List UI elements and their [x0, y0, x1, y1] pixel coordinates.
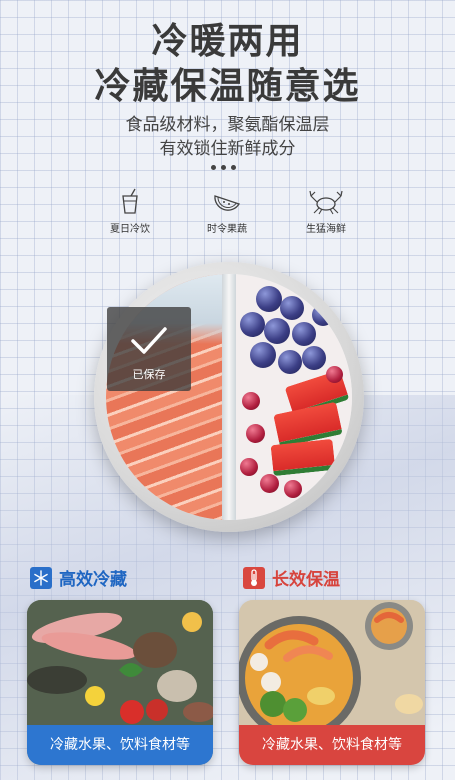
toast-label: 已保存 — [132, 368, 166, 381]
blueberry — [256, 286, 282, 312]
carousel-dot — [211, 165, 216, 170]
cherry — [242, 392, 260, 410]
blueberry — [250, 342, 276, 368]
blueberry — [292, 322, 316, 346]
headline-line2: 冷藏保温随意选 — [94, 66, 361, 107]
crab-icon — [309, 190, 343, 215]
feature-label: 时令果蔬 — [207, 224, 247, 235]
subtitle-line1: 食品级材料，聚氨酯保温层 — [125, 115, 330, 135]
cold-storage-card: 冷藏水果、饮料食材等 — [27, 600, 213, 765]
feature-label: 生猛海鲜 — [306, 224, 346, 235]
watermelon-slice — [270, 438, 336, 477]
card-caption: 冷藏水果、饮料食材等 — [239, 725, 425, 765]
cherry — [326, 366, 343, 383]
section-heat-preservation-title: 长效保温 — [243, 565, 340, 590]
blueberry — [240, 312, 265, 337]
carousel-dot — [221, 165, 226, 170]
blueberry — [280, 296, 304, 320]
saved-toast: 已保存 — [107, 307, 191, 391]
card-caption: 冷藏水果、饮料食材等 — [27, 725, 213, 765]
cherry — [260, 474, 279, 493]
heat-preservation-card: 冷藏水果、饮料食材等 — [239, 600, 425, 765]
section-title-text: 长效保温 — [272, 570, 340, 590]
cherry — [284, 480, 302, 498]
compartment-divider — [222, 274, 236, 520]
cold-drink-icon — [122, 188, 138, 214]
thermometer-icon — [243, 566, 265, 589]
watermelon-icon — [214, 195, 240, 211]
cherry — [240, 458, 258, 476]
carousel-dot — [231, 165, 236, 170]
fruit-compartment — [236, 274, 352, 520]
feature-seasonal-produce: 时令果蔬 — [182, 188, 272, 235]
section-cold-storage-title: 高效冷藏 — [30, 565, 127, 590]
checkmark-icon — [131, 327, 167, 354]
feature-seafood: 生猛海鲜 — [281, 188, 371, 235]
feature-label: 夏日冷饮 — [110, 224, 150, 235]
feature-cold-drinks: 夏日冷饮 — [85, 188, 175, 235]
cherry — [246, 424, 265, 443]
hotpot-photo — [239, 600, 425, 725]
blueberry — [278, 350, 302, 374]
subtitle-line2: 有效锁住新鲜成分 — [159, 139, 296, 159]
carousel-dots — [211, 165, 236, 170]
section-title-text: 高效冷藏 — [59, 570, 127, 590]
blueberry — [312, 304, 334, 326]
snowflake-icon — [30, 566, 52, 589]
seafood-photo — [27, 600, 213, 725]
blueberry — [264, 318, 290, 344]
blueberry — [302, 346, 326, 370]
